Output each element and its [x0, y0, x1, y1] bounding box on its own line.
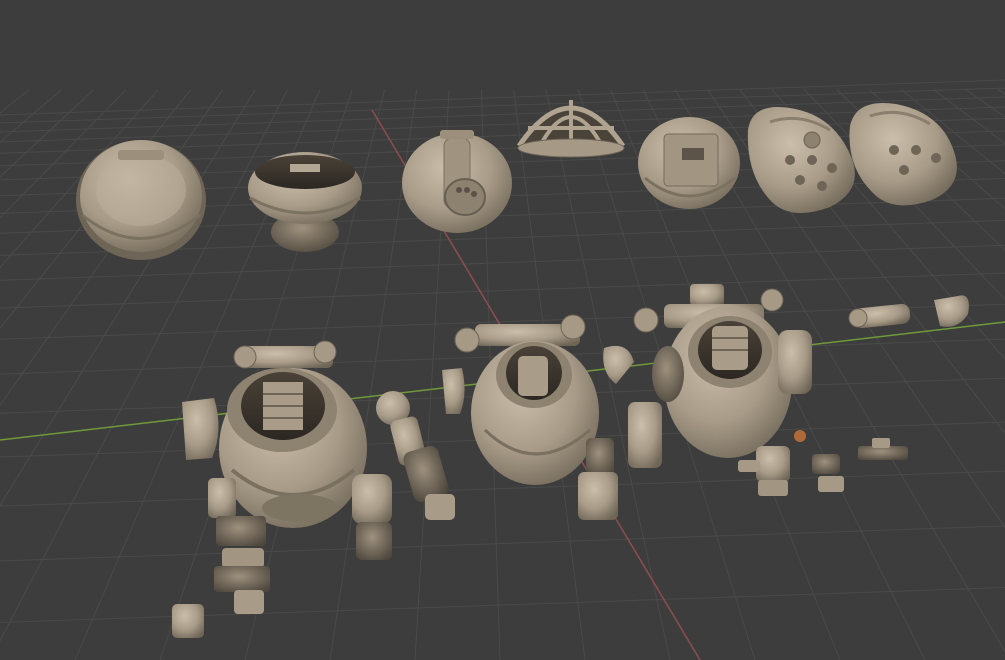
3d-viewport[interactable] — [0, 0, 1005, 660]
viewport-canvas[interactable] — [0, 0, 1005, 660]
helmet-dome-shell-part[interactable] — [76, 140, 206, 260]
helmet-plated-shell-part[interactable] — [638, 117, 740, 209]
